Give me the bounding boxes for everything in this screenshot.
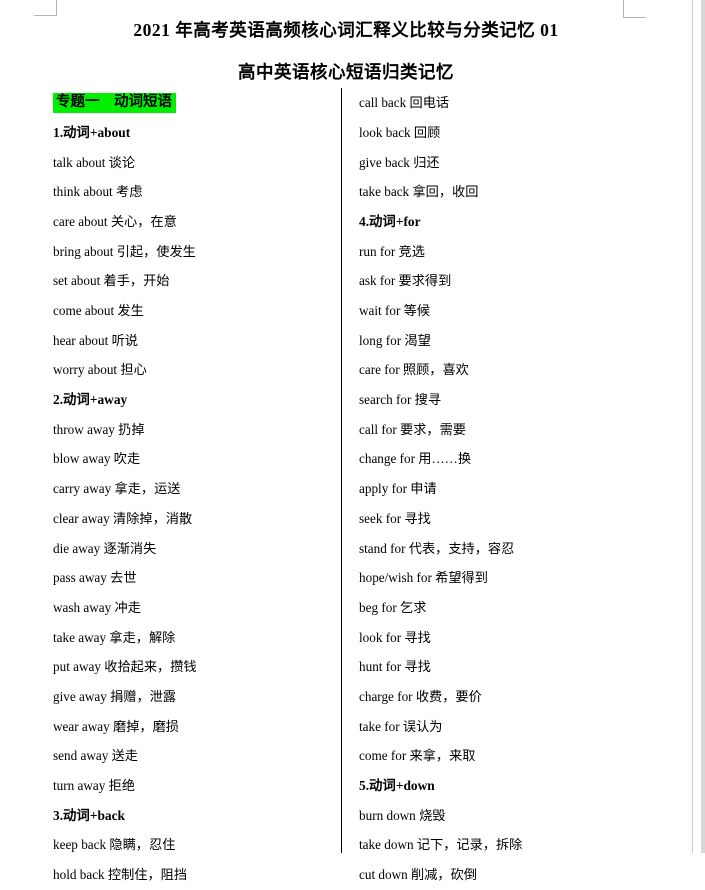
phrase-entry: throw away 扔掉 bbox=[53, 421, 145, 437]
phrase-entry: come about 发生 bbox=[53, 303, 144, 319]
phrase-entry: burn down 烧毁 bbox=[359, 807, 446, 823]
phrase-entry: turn away 拒绝 bbox=[53, 778, 136, 794]
phrase-entry: hear about 听说 bbox=[53, 332, 138, 348]
phrase-entry: charge for 收费，要价 bbox=[359, 688, 482, 704]
subsection-heading: 1.动词+about bbox=[53, 124, 131, 140]
phrase-entry: take away 拿走，解除 bbox=[53, 629, 176, 645]
document-page: 2021 年高考英语高频核心词汇释义比较与分类记忆 01 高中英语核心短语归类记… bbox=[0, 0, 692, 881]
phrase-entry: pass away 去世 bbox=[53, 570, 137, 586]
phrase-entry: run for 竞选 bbox=[359, 243, 425, 259]
phrase-entry: take down 记下，记录，拆除 bbox=[359, 837, 523, 853]
phrase-entry: hold back 控制住，阻挡 bbox=[53, 867, 188, 883]
phrase-entry: set about 着手，开始 bbox=[53, 273, 170, 289]
phrase-entry: stand for 代表，支持，容忍 bbox=[359, 540, 515, 556]
crop-mark-top-left bbox=[34, 0, 57, 16]
phrase-entry: clear away 清除掉，消散 bbox=[53, 510, 193, 526]
phrase-entry: beg for 乞求 bbox=[359, 599, 427, 615]
phrase-entry: give back 归还 bbox=[359, 154, 440, 170]
phrase-entry: take back 拿回，收回 bbox=[359, 184, 479, 200]
phrase-entry: call for 要求，需要 bbox=[359, 421, 466, 437]
page-right-edge bbox=[692, 0, 705, 853]
phrase-entry: take for 误认为 bbox=[359, 718, 443, 734]
subsection-heading: 5.动词+down bbox=[359, 777, 435, 793]
section-heading: 专题一 动词短语 bbox=[53, 88, 341, 118]
page-edge-shade bbox=[701, 0, 705, 853]
phrase-entry: care for 照顾，喜欢 bbox=[359, 362, 469, 378]
phrase-entry: worry about 担心 bbox=[53, 362, 147, 378]
crop-mark-top-right bbox=[623, 0, 646, 18]
phrase-entry: cut down 削减，砍倒 bbox=[359, 867, 477, 883]
phrase-entry: ask for 要求得到 bbox=[359, 273, 452, 289]
phrase-entry: call back 回电话 bbox=[359, 95, 450, 111]
phrase-entry: send away 送走 bbox=[53, 748, 138, 764]
phrase-entry: talk about 谈论 bbox=[53, 154, 136, 170]
phrase-entry: keep back 隐瞒，忍住 bbox=[53, 837, 176, 853]
phrase-entry: wash away 冲走 bbox=[53, 599, 141, 615]
phrase-entry: seek for 寻找 bbox=[359, 510, 431, 526]
subsection-heading: 3.动词+back bbox=[53, 807, 125, 823]
phrase-entry: put away 收拾起来，攒钱 bbox=[53, 659, 197, 675]
phrase-entry: give away 捐赠，泄露 bbox=[53, 688, 177, 704]
section-heading-highlight: 专题一 动词短语 bbox=[53, 93, 176, 113]
page-title: 2021 年高考英语高频核心词汇释义比较与分类记忆 01 bbox=[133, 20, 559, 40]
two-column-body: 专题一 动词短语 1.动词+about talk about 谈论 think abo… bbox=[0, 88, 692, 881]
phrase-entry: wait for 等候 bbox=[359, 303, 431, 319]
phrase-entry: hunt for 寻找 bbox=[359, 659, 431, 675]
left-column: 专题一 动词短语 1.动词+about talk about 谈论 think abo… bbox=[0, 88, 341, 881]
phrase-entry: die away 逐渐消失 bbox=[53, 540, 157, 556]
phrase-entry: look for 寻找 bbox=[359, 629, 431, 645]
phrase-entry: long for 渴望 bbox=[359, 332, 431, 348]
phrase-entry: come for 来拿，来取 bbox=[359, 748, 476, 764]
page-subtitle: 高中英语核心短语归类记忆 bbox=[238, 61, 454, 82]
phrase-entry: blow away 吹走 bbox=[53, 451, 141, 467]
right-column: call back 回电话 look back 回顾 give back 归还 tak… bbox=[342, 88, 692, 881]
phrase-entry: change for 用……换 bbox=[359, 451, 472, 467]
phrase-entry: bring about 引起，使发生 bbox=[53, 243, 196, 259]
phrase-entry: look back 回顾 bbox=[359, 124, 441, 140]
phrase-entry: search for 搜寻 bbox=[359, 392, 442, 408]
subsection-heading: 4.动词+for bbox=[359, 213, 421, 229]
phrase-entry: hope/wish for 希望得到 bbox=[359, 570, 488, 586]
phrase-entry: think about 考虑 bbox=[53, 184, 143, 200]
phrase-entry: wear away 磨掉，磨损 bbox=[53, 718, 179, 734]
phrase-entry: care about 关心，在意 bbox=[53, 213, 177, 229]
phrase-entry: apply for 申请 bbox=[359, 481, 437, 497]
phrase-entry: carry away 拿走，运送 bbox=[53, 481, 181, 497]
subsection-heading: 2.动词+away bbox=[53, 392, 128, 408]
